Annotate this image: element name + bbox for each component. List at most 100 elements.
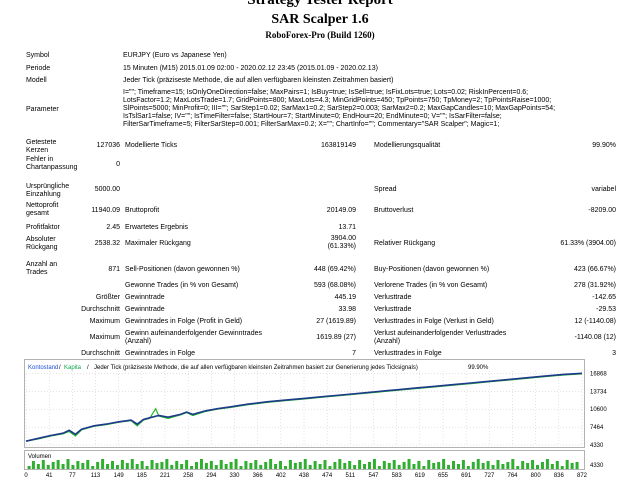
volume-bar [288,460,292,469]
y-tick-label: 16868 [590,371,607,377]
volume-bar [81,463,85,469]
x-tick-label: 366 [253,473,264,479]
symbol-value: EURJPY (Euro vs Japanese Yen) [123,52,227,59]
volume-bar [531,460,535,469]
volume-bar [565,460,569,469]
x-tick-label: 836 [554,473,565,479]
volume-bar [486,461,490,469]
largest-win-value: 445.19 [334,294,356,301]
volume-bar [204,463,208,469]
x-tick-label: 764 [507,473,518,479]
volume-bar [61,464,65,469]
volume-bar [491,465,495,469]
volume-bar [516,466,520,469]
volume-bar [417,461,421,469]
x-tick-label: 258 [183,473,194,479]
legend-quality: 99.90% [468,365,489,371]
volume-bar [219,460,223,469]
x-tick-label: 77 [69,473,76,479]
volume-bar [308,465,312,469]
x-tick-label: 330 [229,473,240,479]
volume-bar [333,462,337,469]
volume-bar [27,466,31,469]
volume-bar [150,460,154,469]
x-tick-label: 221 [160,473,171,479]
relative-drawdown-value: 61.33% (3904.00) [560,240,616,247]
absolute-drawdown-label: Absoluter Rückgang [26,236,58,251]
y-axis-ticks: 16868 13734 10600 7464 4330 [590,371,607,449]
x-tick-label: 872 [577,473,588,479]
long-positions-value: 423 (66.67%) [573,266,616,273]
profit-factor-label: Profitfaktor [26,224,60,231]
volume-bar [501,464,505,469]
volume-bar [269,459,273,469]
largest-loss-label: Verlusttrade [374,294,412,301]
volume-bar [536,465,540,469]
volume-bar [46,465,50,469]
volume-bar [432,463,436,469]
x-tick-label: 474 [322,473,333,479]
volume-bar [397,465,401,469]
max-consecutive-wins-label: Gewinntrades in Folge (Profit in Geld) [125,318,243,325]
volume-bar [244,461,248,469]
volume-bar [476,459,480,469]
volume-bar [239,466,243,469]
x-tick-label: 438 [299,473,310,479]
report-title: Strategy Tester Report [247,0,393,8]
period-label: Periode [26,65,51,72]
volume-label: Volumen [28,454,51,460]
y-tick-label: 4330 [590,443,604,449]
volume-bar [481,463,485,469]
legend-equity: Kapita [64,365,82,371]
max-drawdown-label: Maximaler Rückgang [125,240,191,247]
gross-loss-label: Bruttoverlust [374,207,414,214]
volume-bar [106,464,110,469]
period-value: 15 Minuten (M15) 2015.01.09 02:00 - 2020… [123,65,378,72]
gross-loss-value: -8209.00 [588,207,616,214]
total-trades-value: 871 [108,266,120,273]
average-loss-value: -29.53 [596,306,616,313]
x-tick-label: 294 [206,473,217,479]
volume-bar [466,466,470,469]
expert-name: SAR Scalper 1.6 [271,12,369,27]
volume-bar [540,462,544,469]
volume-bar [249,463,253,469]
volume-bar [437,462,441,469]
x-tick-label: 41 [46,473,53,479]
volume-bar [456,464,460,469]
quality-label: Modellierungsqualität [374,142,441,149]
average-win-label: Gewinntrade [125,306,165,313]
parameters-line-1: I=""; Timeframe=15; IsOnlyOneDirection=f… [123,89,529,96]
volume-bar [160,462,164,469]
volume-bar [145,466,149,469]
volume-bar [367,462,371,469]
avg-consecutive-wins-value: 7 [352,350,356,357]
x-tick-label: 547 [368,473,379,479]
volume-bar [36,464,40,469]
lost-trades-label: Verlorene Trades (in % von Gesamt) [374,282,488,289]
largest-loss-value: -142.65 [592,294,616,301]
volume-bar [91,466,95,469]
volume-bar [199,459,203,469]
volume-bar [56,460,60,469]
volume-bar [229,462,233,469]
volume-bar [526,463,530,469]
y-tick-label: 13734 [590,389,607,395]
volume-bar [71,465,75,469]
expected-payoff-value: 13.71 [338,224,356,231]
volume-bar [412,464,416,469]
short-positions-label: Sell-Positionen (davon gewonnen %) [125,266,240,273]
volume-bar [101,459,105,469]
volume-bar [115,465,119,469]
net-profit-value: 11940.09 [91,207,120,214]
volume-bar [135,464,139,469]
volume-bar [195,462,199,469]
volume-bar [407,459,411,469]
balance-chart: Kontostand / Kapita / Jeder Tick (präzis… [24,359,607,479]
volume-bar [392,460,396,469]
average-win-value: 33.98 [338,306,356,313]
volume-bar [521,461,525,469]
volume-bar [76,461,80,469]
volume-bar [259,465,263,469]
volume-bar [110,461,114,469]
